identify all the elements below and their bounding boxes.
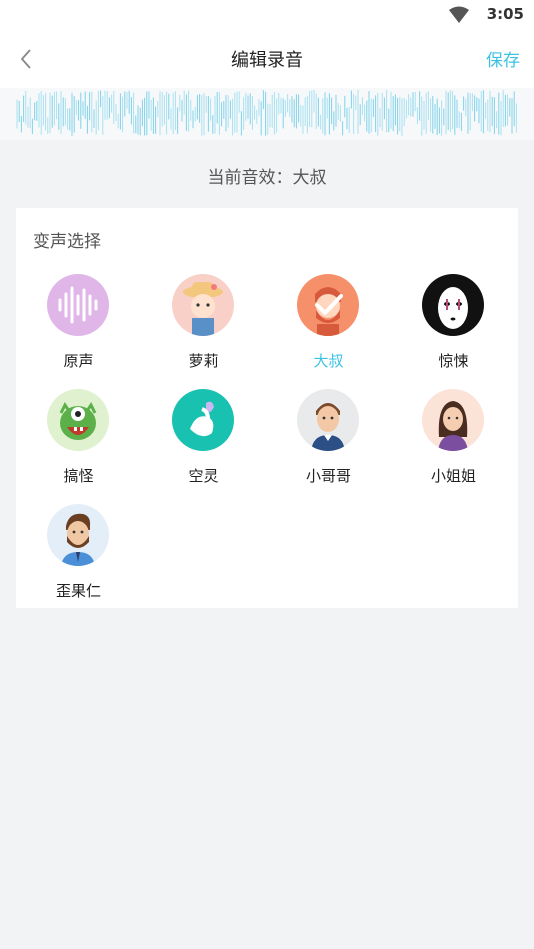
voice-item-foreigner[interactable]: 歪果仁 xyxy=(16,504,141,614)
waveform xyxy=(16,90,517,136)
current-effect-label: 当前音效：大叔 xyxy=(207,168,327,188)
voice-change-card: 变声选择 原声 萝莉 大叔 惊悚 搞怪 空灵 小哥哥 小姐姐 歪果仁 xyxy=(16,208,518,608)
status-time: 3:05 xyxy=(486,5,524,23)
voice-label: 歪果仁 xyxy=(55,582,101,600)
voice-label: 萝莉 xyxy=(188,352,219,370)
page-title: 编辑录音 xyxy=(231,50,303,71)
foreigner-icon xyxy=(47,504,109,566)
voice-label: 小姐姐 xyxy=(430,467,476,485)
voice-label: 小哥哥 xyxy=(305,467,351,485)
ethereal-icon xyxy=(172,389,234,451)
voice-item-original[interactable]: 原声 xyxy=(16,274,141,384)
voice-item-young-man[interactable]: 小哥哥 xyxy=(266,389,391,499)
voice-item-loli[interactable]: 萝莉 xyxy=(141,274,266,384)
voice-label: 大叔 xyxy=(313,352,344,370)
monster-icon xyxy=(47,389,109,451)
card-title: 变声选择 xyxy=(33,232,101,252)
loli-icon xyxy=(172,274,234,336)
nav-bar: 编辑录音 保存 xyxy=(0,30,534,88)
uncle-icon xyxy=(297,274,359,336)
voice-item-thriller[interactable]: 惊悚 xyxy=(391,274,516,384)
voice-label: 搞怪 xyxy=(63,467,94,485)
voice-label: 惊悚 xyxy=(438,352,469,370)
voice-label: 原声 xyxy=(63,352,94,370)
save-button[interactable]: 保存 xyxy=(486,46,520,71)
voice-item-monster[interactable]: 搞怪 xyxy=(16,389,141,499)
status-bar: 3:05 xyxy=(0,0,534,30)
voice-label: 空灵 xyxy=(188,467,219,485)
original-voice-icon xyxy=(47,274,109,336)
wifi-icon xyxy=(449,6,469,23)
young-man-icon xyxy=(297,389,359,451)
waveform-panel[interactable] xyxy=(0,88,534,140)
voice-item-uncle[interactable]: 大叔 xyxy=(266,274,391,384)
voice-item-young-woman[interactable]: 小姐姐 xyxy=(391,389,516,499)
thriller-icon xyxy=(422,274,484,336)
young-woman-icon xyxy=(422,389,484,451)
voice-item-ethereal[interactable]: 空灵 xyxy=(141,389,266,499)
